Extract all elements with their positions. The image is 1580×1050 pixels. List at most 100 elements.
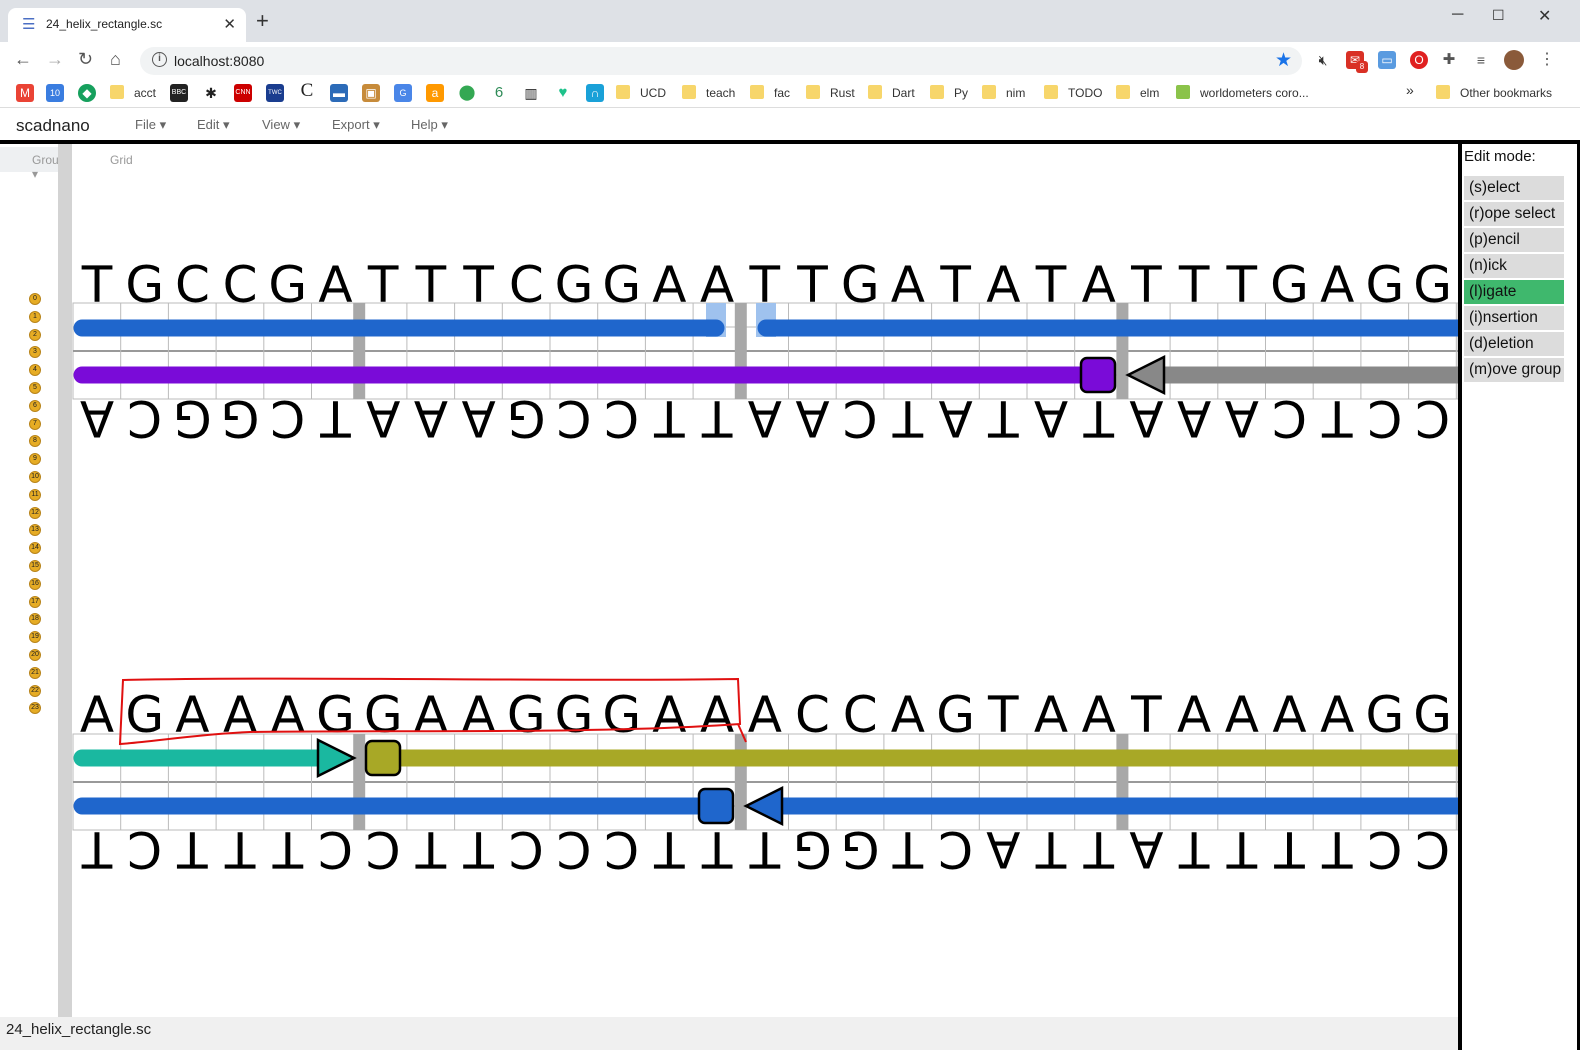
design-view[interactable]: Group ▾ Grid 0 1 2 3 4 5 6 7 8 9 10 11 12 13 14 15 16 17 1… <box>0 144 1460 1017</box>
cnn-bookmark-icon[interactable]: CNN <box>234 84 252 102</box>
n-bookmark-icon[interactable]: ∩ <box>586 84 604 102</box>
browser-tab[interactable]: ☰ 24_helix_rectangle.sc ✕ <box>8 8 246 42</box>
helix0-purple-5prime-end[interactable] <box>1079 356 1117 394</box>
other-bookmarks[interactable]: Other bookmarks <box>1436 85 1552 101</box>
mute-icon[interactable]: 🔇︎ <box>1314 51 1332 69</box>
playlist-icon[interactable]: ≡ <box>1472 51 1490 69</box>
ext-badge: 8 <box>1356 61 1368 73</box>
bookmark-rust[interactable]: Rust <box>806 85 855 101</box>
helix0-bottom-base: T <box>1083 389 1115 447</box>
weather-bookmark-icon[interactable]: TWC <box>266 84 284 102</box>
bookmark-todo[interactable]: TODO <box>1044 85 1102 101</box>
bookmark-elm[interactable]: elm <box>1116 85 1159 101</box>
profile-avatar[interactable] <box>1504 50 1524 70</box>
bookmark-worldometers[interactable]: worldometers coro... <box>1176 85 1309 101</box>
bookmark-nim[interactable]: nim <box>982 85 1025 101</box>
edit-mode-ligate[interactable]: (l)igate <box>1464 280 1564 304</box>
forward-icon[interactable]: → <box>46 49 64 70</box>
bookmark-py[interactable]: Py <box>930 85 968 101</box>
feedly-bookmark-icon[interactable]: ◆ <box>78 84 96 102</box>
bus-bookmark-icon[interactable]: ▥ <box>522 84 540 102</box>
reload-icon[interactable]: ↻ <box>78 49 93 70</box>
bookmark-star-icon[interactable]: ★ <box>1275 49 1292 72</box>
helix0-bottom-base: A <box>1129 389 1163 447</box>
menu-view[interactable]: View ▾ <box>262 117 300 133</box>
helix1-bottom-base: C <box>509 820 544 878</box>
chat-ext-icon[interactable]: ▭ <box>1378 51 1396 69</box>
menu-edit[interactable]: Edit ▾ <box>197 117 230 133</box>
gmail-bookmark-icon[interactable]: M <box>16 84 34 102</box>
home-icon[interactable]: ⌂ <box>110 49 121 70</box>
menu-file[interactable]: File ▾ <box>135 117 166 133</box>
menu-help[interactable]: Help ▾ <box>411 117 448 133</box>
puzzle-ext-icon[interactable]: ✚ <box>1440 51 1458 69</box>
bookmark-dart[interactable]: Dart <box>868 85 915 101</box>
translate-bookmark-icon[interactable]: G <box>394 84 412 102</box>
window-close-icon[interactable]: ✕ <box>1538 6 1551 26</box>
helix0-bottom-base: C <box>1415 389 1450 447</box>
site-info-icon[interactable]: i <box>152 52 167 67</box>
edit-mode-nick[interactable]: (n)ick <box>1464 254 1564 278</box>
dna-canvas[interactable]: TGCCGATTTCGGAATTGATATATTTGAGGTTACGGCTAAA… <box>0 144 1460 1017</box>
app-menu-bar: scadnano File ▾ Edit ▾ View ▾ Export ▾ H… <box>0 109 1580 140</box>
bookmarks-overflow-icon[interactable]: » <box>1406 82 1414 98</box>
briefcase-bookmark-icon[interactable]: ▬ <box>330 84 348 102</box>
box-bookmark-icon[interactable]: ▣ <box>362 84 380 102</box>
opera-ext-icon[interactable]: O <box>1410 51 1428 69</box>
omnibox[interactable]: i localhost:8080 ★ <box>140 47 1302 75</box>
status-bar: 24_helix_rectangle.sc <box>0 1017 1460 1050</box>
nbc-bookmark-icon[interactable]: ✱ <box>202 84 220 102</box>
helix0-bottom-base: A <box>1225 389 1259 447</box>
back-icon[interactable]: ← <box>14 49 32 70</box>
helix1-bottom-base: C <box>604 820 639 878</box>
helix1-bottom-base: C <box>1415 820 1450 878</box>
helix1-bottom-base: G <box>841 820 880 878</box>
edit-mode-select[interactable]: (s)elect <box>1464 176 1564 200</box>
bookmark-teach[interactable]: teach <box>682 85 735 101</box>
helix1-bottom-base: T <box>892 820 924 878</box>
spiral-bookmark-icon[interactable]: 6 <box>490 84 508 102</box>
amazon-bookmark-icon[interactable]: a <box>426 84 444 102</box>
new-tab-button[interactable]: + <box>256 10 269 32</box>
folder-icon <box>1044 85 1058 99</box>
folder-icon <box>750 85 764 99</box>
folder-icon <box>868 85 882 99</box>
menu-export[interactable]: Export ▾ <box>332 117 380 133</box>
minimize-icon[interactable]: ─ <box>1452 6 1463 24</box>
folder-icon <box>110 85 124 99</box>
tab-bar: ☰ 24_helix_rectangle.sc ✕ + ─ ☐ ✕ <box>0 0 1580 42</box>
helix1-bottom-base: T <box>415 820 447 878</box>
helix0-bottom-base: G <box>173 389 212 447</box>
helix1-bottom-base: T <box>177 820 209 878</box>
menu-dots-icon[interactable]: ⋮ <box>1538 51 1556 69</box>
helix0-bottom-base: G <box>221 389 260 447</box>
helix1-blue-5prime-end[interactable] <box>697 787 735 825</box>
helix1-bottom-base: C <box>366 820 401 878</box>
c-bookmark-icon[interactable]: C <box>298 81 316 100</box>
helix1-olive-5prime-end[interactable] <box>364 739 402 777</box>
helix0-bottom-base: G <box>507 389 546 447</box>
url-text: localhost:8080 <box>174 53 265 69</box>
maps-bookmark-icon[interactable]: ⬤ <box>458 84 476 102</box>
bookmark-fac[interactable]: fac <box>750 85 790 101</box>
helix1-bottom-base: T <box>272 820 304 878</box>
bbc-bookmark-icon[interactable]: BBC <box>170 84 188 102</box>
heart-bookmark-icon[interactable]: ♥ <box>554 84 572 102</box>
helix1-bottom-base: A <box>1129 820 1163 878</box>
helix1-bottom-base: C <box>557 820 592 878</box>
edit-mode-movegroup[interactable]: (m)ove group <box>1464 358 1564 382</box>
edit-mode-ropeselect[interactable]: (r)ope select <box>1464 202 1564 226</box>
close-tab-icon[interactable]: ✕ <box>223 15 236 33</box>
helix1-bottom-base: T <box>1274 820 1306 878</box>
helix0-bottom-base: T <box>988 389 1020 447</box>
helix0-bottom-base: T <box>1321 389 1353 447</box>
edit-mode-pencil[interactable]: (p)encil <box>1464 228 1564 252</box>
helix1-bottom-base: C <box>318 820 353 878</box>
edit-mode-deletion[interactable]: (d)eletion <box>1464 332 1564 356</box>
bookmark-acct[interactable]: acct <box>110 85 156 101</box>
maximize-icon[interactable]: ☐ <box>1492 7 1505 24</box>
bookmark-ucd[interactable]: UCD <box>616 85 666 101</box>
helix0-bottom-base: C <box>270 389 305 447</box>
calendar-bookmark-icon[interactable]: 10 <box>46 84 64 102</box>
edit-mode-insertion[interactable]: (i)nsertion <box>1464 306 1564 330</box>
